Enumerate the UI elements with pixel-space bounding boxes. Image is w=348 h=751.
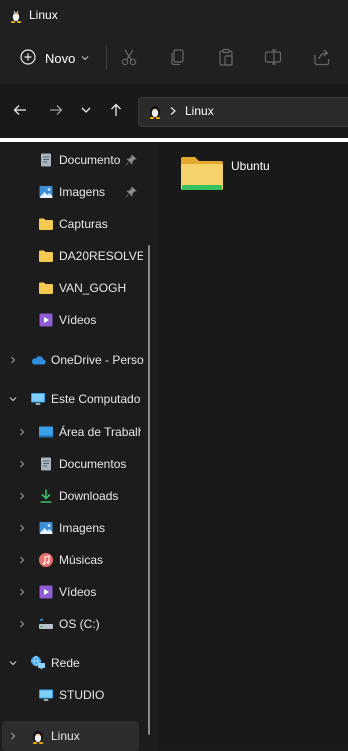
sidebar-item-da20resolve[interactable]: DA20RESOLVE xyxy=(0,241,145,271)
sidebar-item-label: Músicas xyxy=(59,553,104,567)
new-button-label: Novo xyxy=(45,51,76,66)
folder-icon xyxy=(39,218,53,230)
downloads-icon xyxy=(40,489,52,503)
computer-icon xyxy=(39,689,53,701)
sidebar-scrollbar[interactable] xyxy=(148,245,150,735)
sidebar-item-capturas[interactable]: Capturas xyxy=(0,209,145,239)
sidebar-item-onedrive[interactable]: OneDrive - Perso xyxy=(0,345,145,375)
documents-icon xyxy=(41,153,51,167)
folder-name: Ubuntu xyxy=(231,159,270,173)
share-icon[interactable] xyxy=(312,47,332,67)
sidebar-item-label: Imagens xyxy=(59,521,106,535)
address-bar[interactable]: Linux xyxy=(138,97,348,127)
sidebar-item-van-gogh[interactable]: VAN_GOGH xyxy=(0,273,145,303)
music-icon xyxy=(39,553,53,567)
sidebar-item-videos[interactable]: Vídeos xyxy=(0,577,145,607)
window-title: Linux xyxy=(29,8,58,22)
forward-arrow-icon[interactable] xyxy=(48,102,64,118)
onedrive-icon xyxy=(31,356,46,365)
sidebar-item-label: VAN_GOGH xyxy=(59,281,127,295)
sidebar-item-studio[interactable]: STUDIO xyxy=(0,680,145,710)
chevron-right-icon[interactable] xyxy=(17,587,27,597)
sidebar-item-downloads[interactable]: Downloads xyxy=(0,481,145,511)
sidebar-item-label: OneDrive - Perso xyxy=(51,353,144,367)
folder-icon xyxy=(39,282,53,294)
paste-icon[interactable] xyxy=(216,47,236,67)
sidebar-item-this-pc[interactable]: Este Computado xyxy=(0,384,145,414)
folder-item-ubuntu[interactable]: Ubuntu xyxy=(178,150,318,200)
breadcrumb-linux[interactable]: Linux xyxy=(185,104,214,118)
chevron-right-icon[interactable] xyxy=(8,731,18,741)
command-bar: Novo xyxy=(0,32,348,84)
chevron-down-icon[interactable] xyxy=(8,658,18,668)
chevron-down-icon xyxy=(81,56,89,61)
linux-icon xyxy=(32,731,44,744)
cut-icon[interactable] xyxy=(119,47,139,67)
chevron-down-icon[interactable] xyxy=(8,394,18,404)
sidebar-item-label: Vídeos xyxy=(59,313,97,327)
recent-locations-chevron-icon[interactable] xyxy=(80,104,92,116)
sidebar-item-label: Imagens xyxy=(59,185,106,199)
chevron-right-icon[interactable] xyxy=(17,619,27,629)
folder-icon xyxy=(181,157,223,190)
sidebar-item-label: Vídeos xyxy=(59,585,97,599)
sidebar-item-documents-quick[interactable]: Documento xyxy=(0,145,145,175)
documents-icon xyxy=(41,457,51,471)
sidebar-item-pictures[interactable]: Imagens xyxy=(0,513,145,543)
sidebar-item-linux[interactable]: Linux xyxy=(2,721,139,751)
back-arrow-icon[interactable] xyxy=(12,102,28,118)
sidebar-item-label: DA20RESOLVE xyxy=(59,249,143,263)
sidebar-item-label: Este Computado xyxy=(51,392,141,406)
sidebar-item-os-c[interactable]: OS (C:) xyxy=(0,609,145,639)
sidebar-item-network[interactable]: Rede xyxy=(0,648,145,678)
new-button[interactable]: Novo xyxy=(14,43,94,73)
sidebar-item-label: Documento xyxy=(59,153,121,167)
sidebar-item-label: Rede xyxy=(51,656,80,670)
pin-icon[interactable] xyxy=(125,154,137,166)
sidebar-item-label: Linux xyxy=(51,729,80,743)
title-bar: Linux xyxy=(0,0,348,32)
folder-icon xyxy=(39,250,53,262)
this-pc-icon xyxy=(31,393,45,405)
sidebar-item-desktop[interactable]: Área de Trabalh xyxy=(0,417,145,447)
sidebar-item-music[interactable]: Músicas xyxy=(0,545,145,575)
linux-icon xyxy=(10,10,22,23)
pictures-icon xyxy=(39,522,53,534)
videos-icon xyxy=(39,585,53,599)
sidebar-item-label: Documentos xyxy=(59,457,127,471)
up-arrow-icon[interactable] xyxy=(108,102,124,118)
rename-icon[interactable] xyxy=(263,47,283,67)
sidebar-item-label: Área de Trabalh xyxy=(59,425,141,439)
pictures-icon xyxy=(39,186,53,198)
navigation-pane: Documento Imagens Capturas DA20RESOLVE V xyxy=(0,142,158,751)
sidebar-item-label: Capturas xyxy=(59,217,108,231)
sidebar-item-label: OS (C:) xyxy=(59,617,100,631)
chevron-right-icon[interactable] xyxy=(17,459,27,469)
file-list-area xyxy=(158,142,348,750)
sidebar-item-label: Downloads xyxy=(59,489,119,503)
toolbar-divider xyxy=(106,46,107,70)
network-icon xyxy=(31,655,45,670)
chevron-right-icon[interactable] xyxy=(17,555,27,565)
videos-icon xyxy=(39,313,53,327)
chevron-right-icon[interactable] xyxy=(17,523,27,533)
drive-icon xyxy=(39,618,53,629)
sidebar-item-documents[interactable]: Documentos xyxy=(0,449,145,479)
chevron-right-icon[interactable] xyxy=(169,106,177,116)
chevron-right-icon[interactable] xyxy=(17,491,27,501)
plus-circle-icon xyxy=(20,49,36,65)
desktop-icon xyxy=(39,426,53,438)
sidebar-item-pictures-quick[interactable]: Imagens xyxy=(0,177,145,207)
sidebar-item-label: STUDIO xyxy=(59,688,105,702)
linux-icon xyxy=(149,106,161,119)
pin-icon[interactable] xyxy=(125,186,137,198)
copy-icon[interactable] xyxy=(168,47,188,67)
sidebar-item-videos-quick[interactable]: Vídeos xyxy=(0,305,145,335)
chevron-right-icon[interactable] xyxy=(17,427,27,437)
chevron-right-icon[interactable] xyxy=(8,355,18,365)
